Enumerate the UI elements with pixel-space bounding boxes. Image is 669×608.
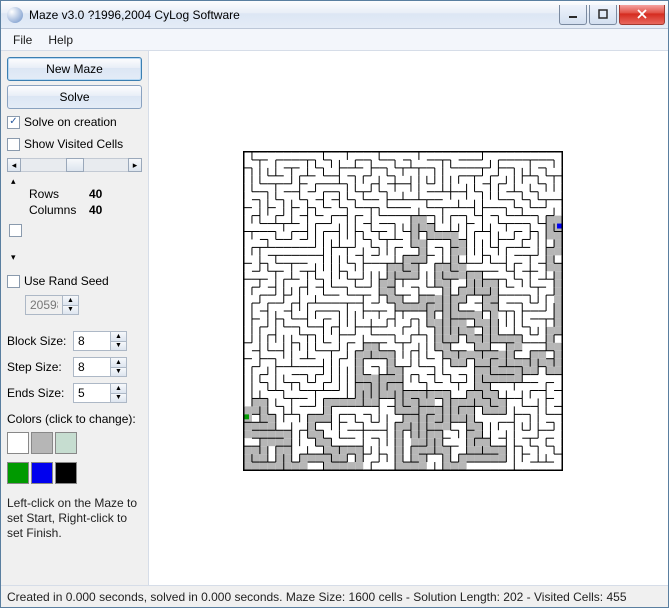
columns-label: Columns	[29, 203, 83, 217]
color-row-1	[7, 432, 142, 454]
step-size-label: Step Size:	[7, 360, 69, 374]
title-bar[interactable]: Maze v3.0 ?1996,2004 CyLog Software	[1, 1, 668, 29]
seed-up-icon[interactable]: ▲	[63, 295, 79, 305]
color-row-2	[7, 462, 142, 484]
menu-file[interactable]: File	[5, 31, 40, 49]
ends-down-icon[interactable]: ▼	[111, 393, 127, 404]
color-swatch[interactable]	[7, 432, 29, 454]
solve-button[interactable]: Solve	[7, 85, 142, 109]
colors-label: Colors (click to change):	[7, 412, 142, 426]
use-rand-seed-label: Use Rand Seed	[24, 274, 109, 288]
color-swatch[interactable]	[31, 462, 53, 484]
status-bar: Created in 0.000 seconds, solved in 0.00…	[1, 585, 668, 607]
block-down-icon[interactable]: ▼	[111, 341, 127, 352]
minimize-button[interactable]	[559, 5, 587, 25]
new-maze-button[interactable]: New Maze	[7, 57, 142, 81]
slider-thumb[interactable]	[66, 158, 84, 172]
menu-bar: File Help	[1, 29, 668, 51]
lock-aspect-checkbox[interactable]	[9, 224, 22, 237]
color-swatch[interactable]	[7, 462, 29, 484]
menu-help[interactable]: Help	[40, 31, 81, 49]
sidebar: New Maze Solve Solve on creation Show Vi…	[1, 51, 149, 585]
content-area: New Maze Solve Solve on creation Show Vi…	[1, 51, 668, 585]
color-swatch[interactable]	[55, 432, 77, 454]
maximize-button[interactable]	[589, 5, 617, 25]
step-size-input[interactable]	[73, 357, 111, 377]
rand-seed-input	[25, 295, 63, 315]
columns-value: 40	[89, 203, 102, 217]
block-size-label: Block Size:	[7, 334, 69, 348]
maze-display[interactable]	[243, 151, 563, 471]
status-text: Created in 0.000 seconds, solved in 0.00…	[7, 590, 627, 604]
slider-left-icon[interactable]: ◂	[7, 158, 21, 172]
block-up-icon[interactable]: ▲	[111, 331, 127, 341]
show-visited-label: Show Visited Cells	[24, 137, 123, 151]
rows-value: 40	[89, 187, 102, 201]
ends-up-icon[interactable]: ▲	[111, 383, 127, 393]
ends-size-label: Ends Size:	[7, 386, 69, 400]
solve-on-creation-checkbox[interactable]	[7, 116, 20, 129]
rows-label: Rows	[29, 187, 83, 201]
ends-size-input[interactable]	[73, 383, 111, 403]
dims-collapse-up-icon[interactable]: ▴	[7, 177, 142, 186]
use-rand-seed-checkbox[interactable]	[7, 275, 20, 288]
size-slider[interactable]: ◂ ▸	[7, 157, 142, 173]
step-up-icon[interactable]: ▲	[111, 357, 127, 367]
app-icon	[7, 7, 23, 23]
show-visited-checkbox[interactable]	[7, 138, 20, 151]
seed-down-icon[interactable]: ▼	[63, 305, 79, 316]
block-size-input[interactable]	[73, 331, 111, 351]
slider-right-icon[interactable]: ▸	[128, 158, 142, 172]
maze-canvas-area[interactable]	[149, 51, 668, 585]
color-swatch[interactable]	[55, 462, 77, 484]
solve-on-creation-label: Solve on creation	[24, 115, 117, 129]
window-title: Maze v3.0 ?1996,2004 CyLog Software	[29, 8, 557, 22]
step-down-icon[interactable]: ▼	[111, 367, 127, 378]
slider-track[interactable]	[21, 158, 128, 172]
app-window: Maze v3.0 ?1996,2004 CyLog Software File…	[0, 0, 669, 608]
dims-collapse-down-icon[interactable]: ▾	[7, 253, 142, 262]
hint-text: Left-click on the Maze to set Start, Rig…	[7, 496, 142, 541]
color-swatch[interactable]	[31, 432, 53, 454]
close-button[interactable]	[619, 5, 665, 25]
